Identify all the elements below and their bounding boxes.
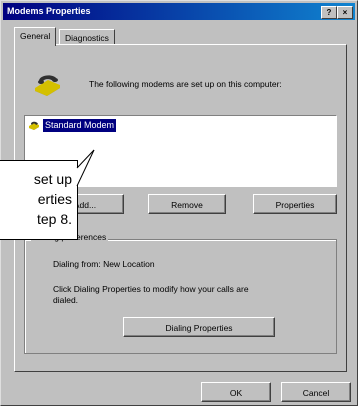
modem-phone-icon (35, 75, 60, 96)
title-bar[interactable]: Modems Properties ? × (3, 3, 355, 20)
properties-button[interactable]: Properties (253, 194, 337, 214)
hint-line-1: Click Dialing Properties to modify how y… (53, 284, 249, 294)
callout-line-2: erties (37, 191, 72, 207)
callout-box: set up erties tep 8. (0, 160, 78, 240)
header-text: The following modems are set up on this … (89, 79, 282, 89)
hint-line-2: dialed. (53, 295, 79, 305)
help-button[interactable]: ? (321, 6, 337, 19)
callout-line-3: tep 8. (36, 211, 72, 227)
tab-general[interactable]: General (14, 27, 57, 46)
dialing-properties-button[interactable]: Dialing Properties (123, 317, 275, 337)
remove-button[interactable]: Remove (148, 194, 226, 214)
window-title: Modems Properties (7, 6, 91, 16)
ok-button[interactable]: OK (201, 382, 271, 402)
callout-line-1: set up (33, 171, 72, 187)
cancel-button[interactable]: Cancel (281, 382, 351, 402)
modem-small-icon (29, 121, 39, 130)
modem-name: Standard Modem (43, 119, 117, 132)
close-button[interactable]: × (337, 6, 353, 19)
dialing-from-text: Dialing from: New Location (53, 259, 155, 269)
